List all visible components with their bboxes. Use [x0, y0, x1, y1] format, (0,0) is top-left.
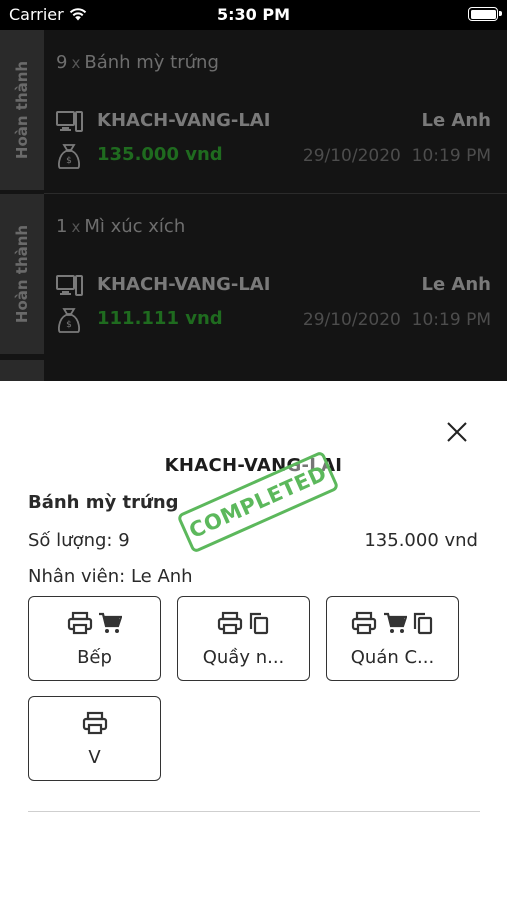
order-staff: Le Anh	[421, 110, 491, 131]
copy-icon	[249, 612, 269, 635]
order-customer: KHACH-VANG-LAI	[97, 110, 271, 131]
copy-icon	[413, 612, 432, 635]
printer-button-label: Quầy n...	[202, 647, 285, 668]
sheet-divider	[28, 811, 480, 812]
order-item-name: Mì xúc xích	[84, 216, 186, 237]
order-card[interactable]	[0, 360, 507, 381]
sheet-title: KHACH-VANG-LAI	[164, 455, 343, 476]
computer-icon	[56, 275, 83, 296]
times-sign: x	[71, 218, 81, 236]
cart-icon	[383, 612, 408, 633]
order-staff: Le Anh	[421, 274, 491, 295]
status-column	[0, 360, 44, 381]
printer-icon	[217, 611, 243, 635]
battery-icon	[468, 7, 502, 21]
staff-label: Nhân viên: Le Anh	[28, 566, 193, 587]
printer-button-bep[interactable]: Bếp	[28, 596, 161, 681]
order-price: 135.000 vnd	[97, 144, 223, 165]
printer-button-label: V	[88, 747, 101, 768]
money-bag-icon: $	[58, 308, 80, 333]
clock: 5:30 PM	[216, 5, 290, 24]
quantity-label: Số lượng: 9	[28, 530, 130, 551]
order-quantity: 1	[56, 216, 68, 237]
item-name: Bánh mỳ trứng	[28, 492, 179, 513]
order-quantity-line: 9 x Bánh mỳ trứng	[56, 52, 219, 73]
order-price: 111.111 vnd	[97, 308, 223, 329]
money-bag-icon: $	[58, 144, 80, 169]
order-quantity: 9	[56, 52, 68, 73]
order-time: 10:19 PM	[411, 146, 491, 166]
computer-icon	[56, 111, 83, 132]
printer-icon	[82, 711, 107, 735]
total-price: 135.000 vnd	[364, 530, 478, 551]
order-customer: KHACH-VANG-LAI	[97, 274, 271, 295]
order-card[interactable]: Hoàn thành 9 x Bánh mỳ trứng KHACH-VANG-LA…	[0, 30, 507, 190]
cart-icon	[99, 612, 123, 633]
order-quantity-line: 1 x Mì xúc xích	[56, 216, 185, 237]
order-list: Hoàn thành 9 x Bánh mỳ trứng KHACH-VANG-LA…	[0, 30, 507, 381]
printer-button-quay[interactable]: Quầy n...	[177, 596, 310, 681]
svg-text:$: $	[66, 320, 72, 330]
status-label: Hoàn thành	[13, 224, 31, 324]
order-datetime: 29/10/2020 10:19 PM	[303, 146, 491, 166]
printer-icon	[352, 611, 377, 635]
order-time: 10:19 PM	[411, 310, 491, 330]
printer-button-label: Bếp	[77, 647, 112, 668]
status-column: Hoàn thành	[0, 30, 44, 190]
order-date: 29/10/2020	[302, 146, 401, 166]
order-item-name: Bánh mỳ trứng	[84, 52, 219, 73]
times-sign: x	[71, 54, 81, 72]
printer-button-v[interactable]: V	[28, 696, 161, 781]
order-card[interactable]: Hoàn thành 1 x Mì xúc xích KHACH-VANG-LAI …	[0, 194, 507, 354]
svg-text:$: $	[66, 156, 72, 166]
order-date: 29/10/2020	[302, 310, 401, 330]
order-detail-sheet: KHACH-VANG-LAI Bánh mỳ trứng COMPLETED S…	[0, 381, 507, 900]
status-column: Hoàn thành	[0, 194, 44, 354]
order-datetime: 29/10/2020 10:19 PM	[303, 310, 491, 330]
status-label: Hoàn thành	[13, 60, 31, 160]
status-bar: Carrier 5:30 PM	[0, 0, 507, 30]
printer-icon	[67, 611, 93, 635]
printer-button-quan[interactable]: Quán C...	[326, 596, 459, 681]
close-icon[interactable]	[444, 419, 470, 445]
printer-button-label: Quán C...	[350, 647, 435, 668]
